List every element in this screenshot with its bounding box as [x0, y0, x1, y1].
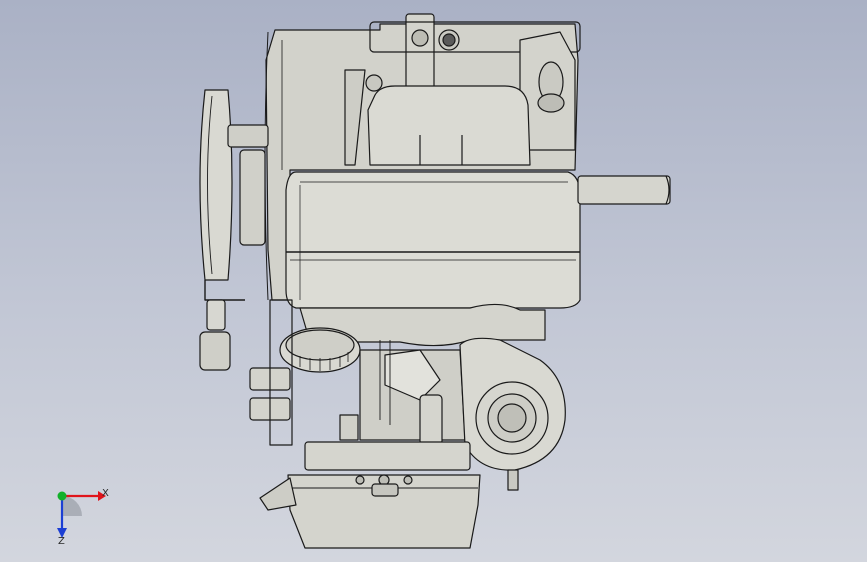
fuel-line	[204, 280, 245, 301]
orientation-triad: X Z	[57, 488, 109, 547]
top-stud	[365, 74, 383, 92]
pan-bolt-left	[355, 475, 365, 485]
starter-center	[497, 403, 527, 433]
right-boss-bolt	[537, 93, 565, 113]
center-bolt-boss	[371, 483, 399, 497]
x-axis-label: X	[102, 488, 109, 499]
air-filter-cover	[367, 85, 531, 166]
fuel-fitting-nut	[199, 331, 231, 371]
z-axis-label: Z	[58, 536, 65, 547]
carb-pipe	[419, 394, 443, 446]
fuel-fitting	[206, 299, 226, 331]
flywheel-disc	[199, 89, 233, 281]
drain-spout	[259, 477, 297, 511]
flywheel-hub	[227, 124, 269, 148]
engine-model[interactable]	[0, 0, 867, 562]
bracket-hole	[411, 29, 429, 47]
pan-bolt-right	[403, 475, 413, 485]
y-axis-dot	[57, 491, 67, 501]
base-flange	[304, 441, 471, 471]
flywheel-boss	[239, 149, 266, 246]
graphics-viewport[interactable]: X Z	[0, 0, 867, 562]
starter-stud	[507, 469, 519, 491]
output-shaft	[577, 175, 671, 205]
bracket-hole-inner	[442, 33, 456, 47]
carb-link	[339, 414, 359, 441]
lift-bracket	[405, 13, 435, 95]
fuel-tank	[285, 171, 581, 309]
fuel-cap-top	[285, 329, 355, 361]
